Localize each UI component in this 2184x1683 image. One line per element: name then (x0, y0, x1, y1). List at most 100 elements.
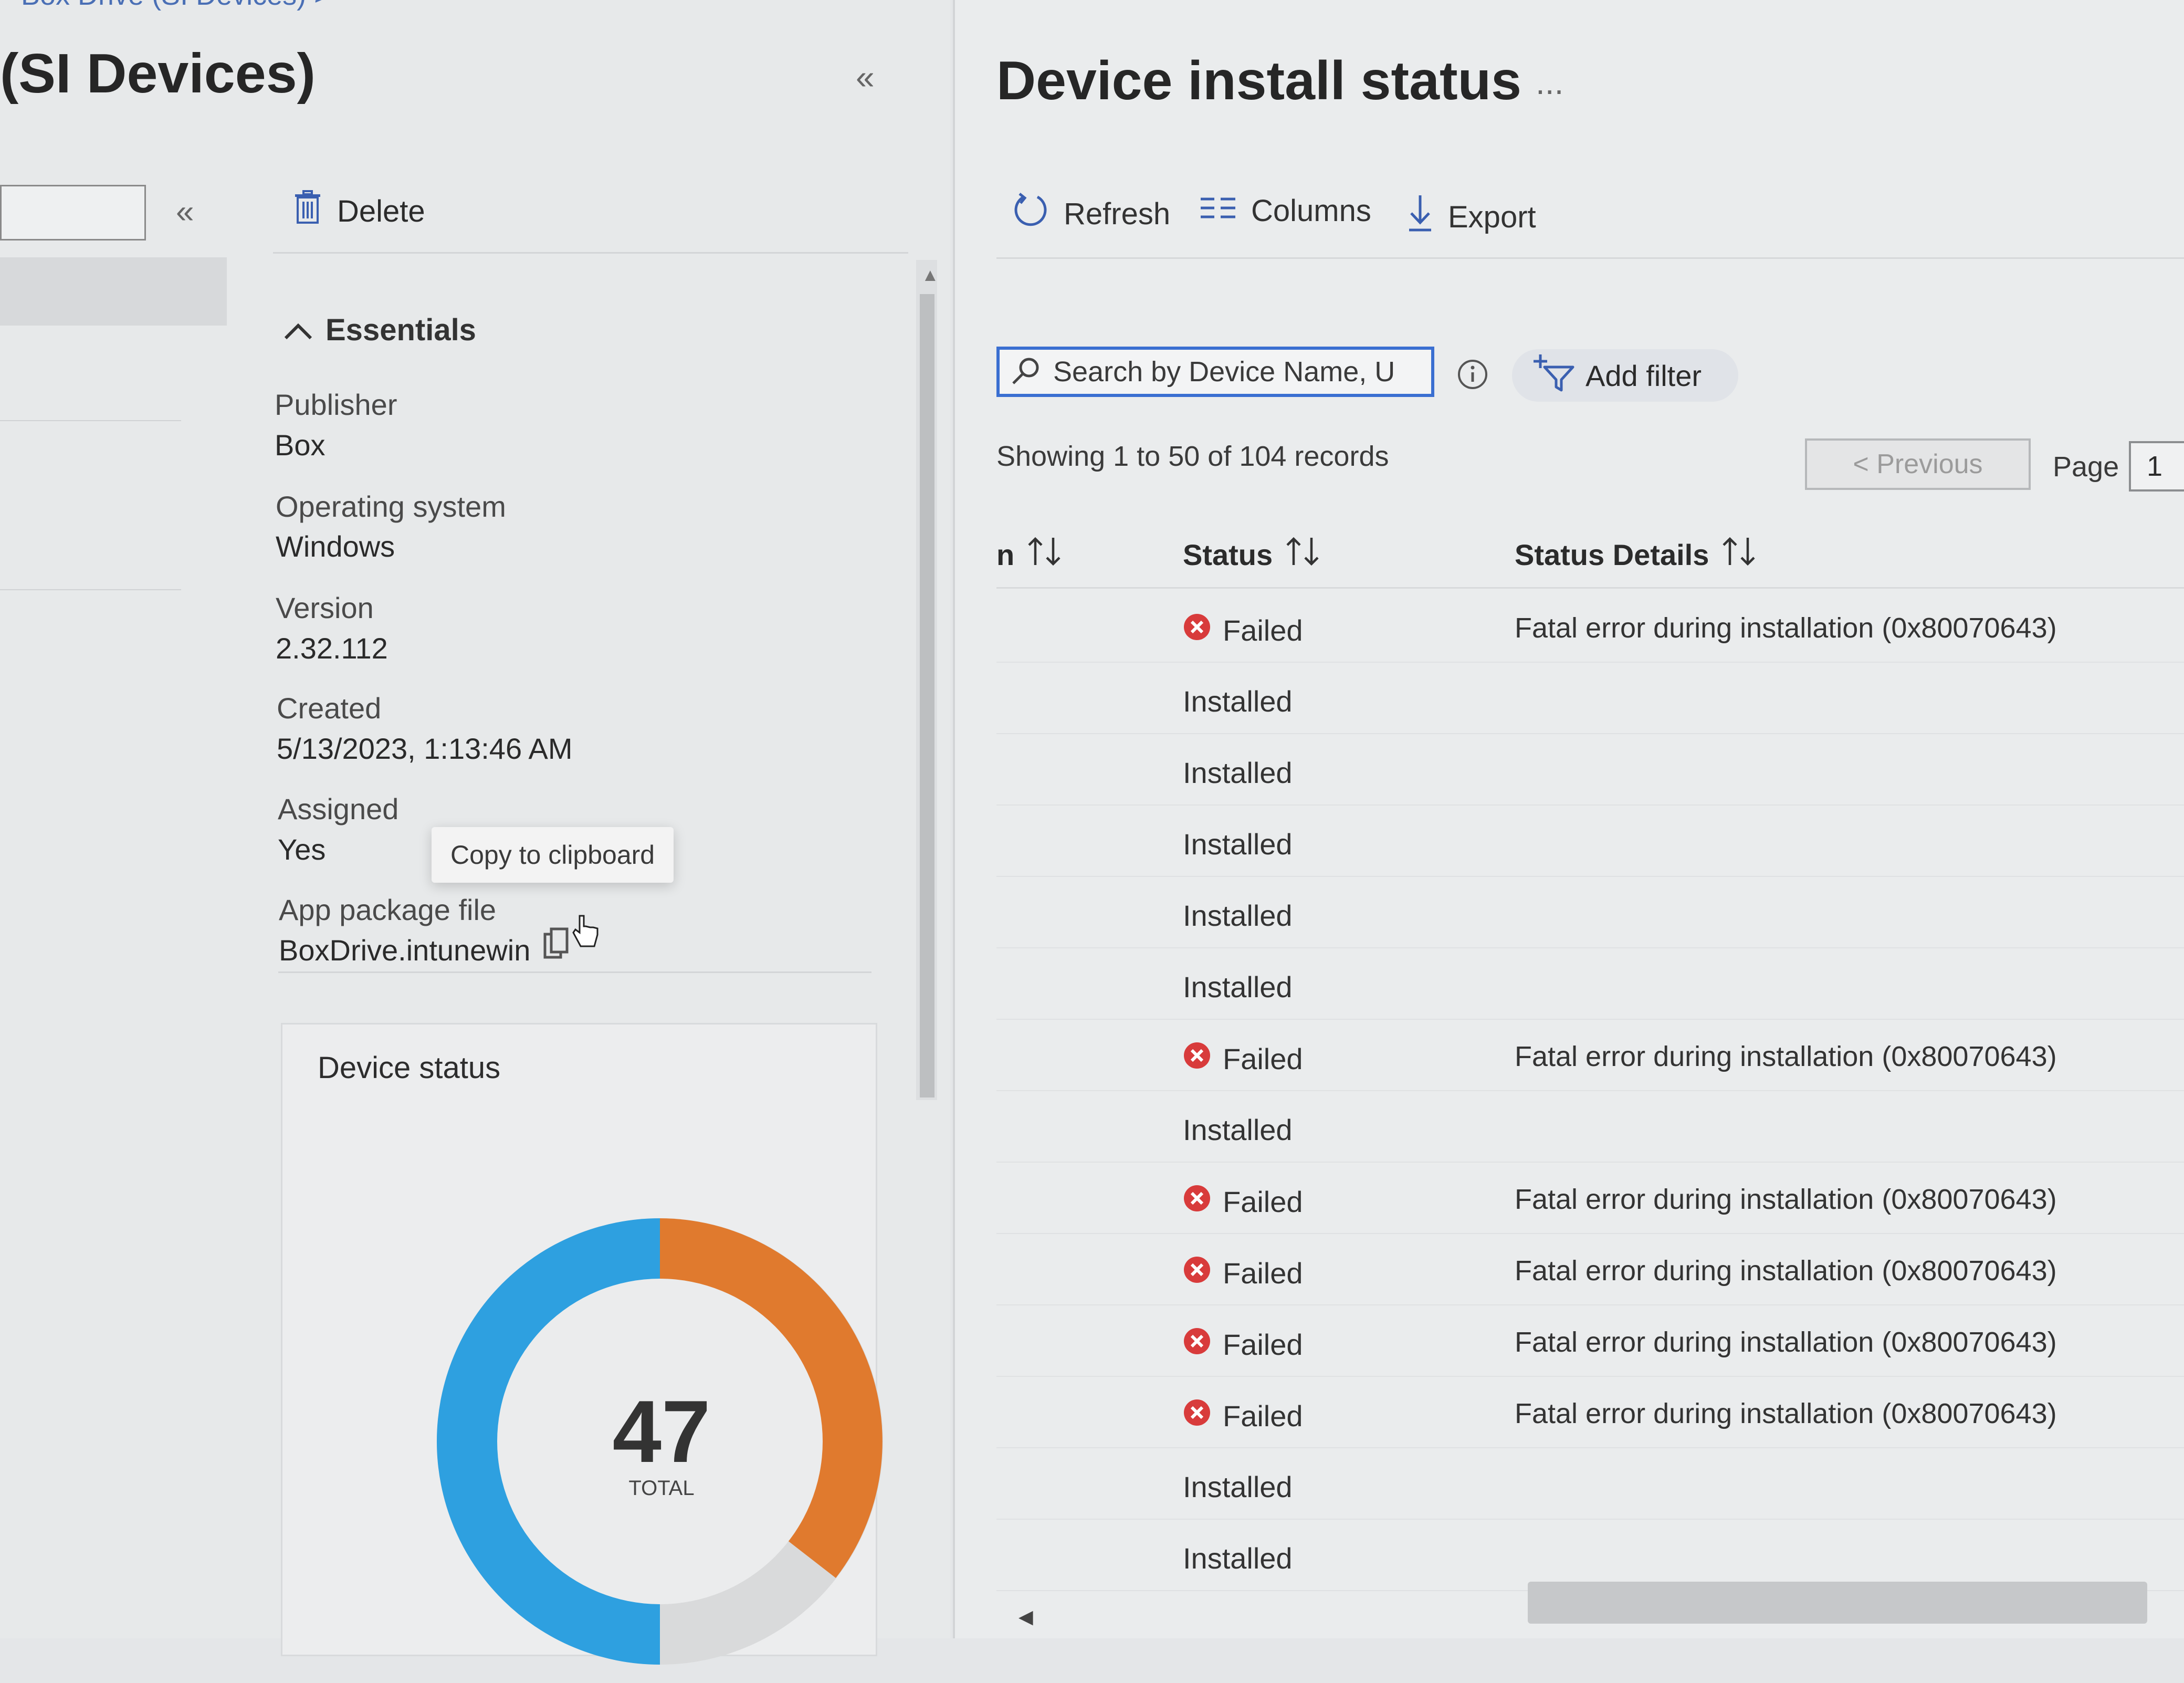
property-label: Version (276, 591, 374, 624)
column-header-status[interactable]: Status (1183, 536, 1324, 574)
page-number-input[interactable]: 1 (2129, 441, 2184, 492)
table-row[interactable] (996, 1091, 2184, 1163)
collapse-blade-button[interactable]: « (856, 58, 875, 97)
table-row[interactable] (996, 876, 2184, 948)
status-cell: Failed (1183, 1041, 1303, 1076)
property-label: App package file (279, 893, 497, 926)
status-cell: Failed (1183, 1327, 1303, 1362)
scroll-up-arrow-icon[interactable]: ▲ (921, 265, 939, 286)
hand-pointer-icon (572, 914, 600, 953)
status-text: Failed (1223, 1185, 1303, 1218)
status-details-cell: Fatal error during installation (0x80070… (1515, 1184, 2057, 1215)
chevron-up-icon (284, 312, 313, 348)
search-icon (1011, 356, 1041, 388)
device-total-count: 47 (612, 1382, 711, 1481)
column-header-status-details[interactable]: Status Details (1515, 536, 1760, 574)
trash-icon (294, 190, 321, 232)
table-header-divider (996, 587, 2184, 589)
status-details-cell: Fatal error during installation (0x80070… (1515, 1326, 2057, 1358)
records-count: Showing 1 to 50 of 104 records (996, 441, 1389, 472)
horizontal-scrollbar-thumb[interactable] (1528, 1582, 2147, 1624)
status-text: Failed (1223, 614, 1303, 647)
status-cell: Failed (1183, 1184, 1303, 1219)
sort-icon[interactable] (1284, 536, 1324, 574)
column-header-label: Status Details (1515, 538, 1709, 571)
status-cell: Installed (1183, 684, 1293, 718)
property-value: BoxDrive.intunewin (279, 934, 531, 967)
search-input[interactable] (1052, 355, 1411, 389)
menu-divider (0, 589, 181, 590)
columns-button[interactable]: Columns (1200, 193, 1371, 228)
refresh-button-label: Refresh (1064, 196, 1171, 231)
property-value: Box (275, 428, 326, 462)
refresh-button[interactable]: Refresh (1012, 192, 1170, 236)
status-text: Failed (1223, 1328, 1303, 1361)
status-text: Installed (1183, 1542, 1293, 1575)
status-text: Installed (1183, 1113, 1293, 1146)
add-filter-icon (1533, 352, 1575, 399)
status-text: Installed (1183, 756, 1293, 789)
column-header-device[interactable]: n (996, 536, 1066, 574)
delete-button[interactable]: Delete (294, 190, 425, 232)
status-cell: Installed (1183, 898, 1293, 933)
breadcrumb[interactable]: Box Drive (SI Devices) > (21, 0, 331, 12)
table-row[interactable] (996, 805, 2184, 877)
error-circle-icon (1183, 1398, 1211, 1434)
status-cell: Failed (1183, 613, 1303, 648)
columns-icon (1200, 193, 1236, 228)
property-label: Publisher (275, 388, 397, 421)
add-filter-label: Add filter (1586, 359, 1702, 392)
blade-title: Device install status (996, 50, 1521, 111)
delete-button-label: Delete (337, 194, 425, 228)
error-circle-icon (1183, 1184, 1211, 1219)
more-options-button[interactable]: ... (1536, 63, 1563, 102)
property-value: Yes (278, 833, 326, 866)
previous-page-button[interactable]: < Previous (1805, 438, 2031, 490)
status-cell: Failed (1183, 1398, 1303, 1434)
status-text: Failed (1223, 1042, 1303, 1075)
copy-icon[interactable] (543, 927, 574, 963)
property-label: Assigned (278, 792, 399, 825)
sort-icon[interactable] (1026, 536, 1066, 574)
table-row[interactable] (996, 948, 2184, 1020)
add-filter-button[interactable]: Add filter (1512, 349, 1738, 402)
status-cell: Installed (1183, 1113, 1293, 1147)
error-circle-icon (1183, 613, 1211, 648)
collapse-menu-button[interactable]: « (176, 193, 194, 231)
table-row[interactable] (996, 1519, 2184, 1591)
essentials-toggle[interactable]: Essentials (284, 312, 476, 348)
status-cell: Installed (1183, 756, 1293, 790)
essentials-heading: Essentials (326, 313, 476, 347)
property-value: 2.32.112 (276, 632, 388, 665)
page-title: (SI Devices) (0, 43, 316, 104)
property-value: 5/13/2023, 1:13:46 AM (277, 732, 573, 765)
info-icon[interactable] (1457, 359, 1488, 393)
device-status-title: Device status (318, 1051, 501, 1085)
export-button[interactable]: Export (1407, 194, 1536, 239)
status-cell: Installed (1183, 1541, 1293, 1575)
menu-search-input[interactable] (0, 185, 146, 241)
error-circle-icon (1183, 1256, 1211, 1291)
table-row[interactable] (996, 1448, 2184, 1520)
download-icon (1407, 194, 1433, 239)
status-cell: Installed (1183, 827, 1293, 861)
status-details-cell: Fatal error during installation (0x80070… (1515, 1398, 2057, 1429)
menu-item-selected[interactable] (0, 257, 227, 326)
error-circle-icon (1183, 1041, 1211, 1076)
essentials-divider (278, 971, 872, 973)
columns-button-label: Columns (1251, 194, 1371, 228)
status-details-cell: Fatal error during installation (0x80070… (1515, 1041, 2057, 1072)
scroll-left-arrow-icon[interactable]: ◀ (1018, 1606, 1033, 1628)
sort-icon[interactable] (1720, 536, 1760, 574)
table-row[interactable] (996, 662, 2184, 734)
column-header-label: Status (1183, 538, 1273, 571)
status-text: Installed (1183, 970, 1293, 1003)
table-row[interactable] (996, 734, 2184, 806)
details-scrollbar-thumb[interactable] (920, 294, 934, 1097)
device-search-box[interactable] (996, 347, 1434, 397)
refresh-icon (1012, 192, 1049, 236)
error-circle-icon (1183, 1327, 1211, 1362)
property-label: Operating system (276, 490, 506, 523)
status-text: Failed (1223, 1399, 1303, 1433)
status-details-cell: Fatal error during installation (0x80070… (1515, 1255, 2057, 1287)
